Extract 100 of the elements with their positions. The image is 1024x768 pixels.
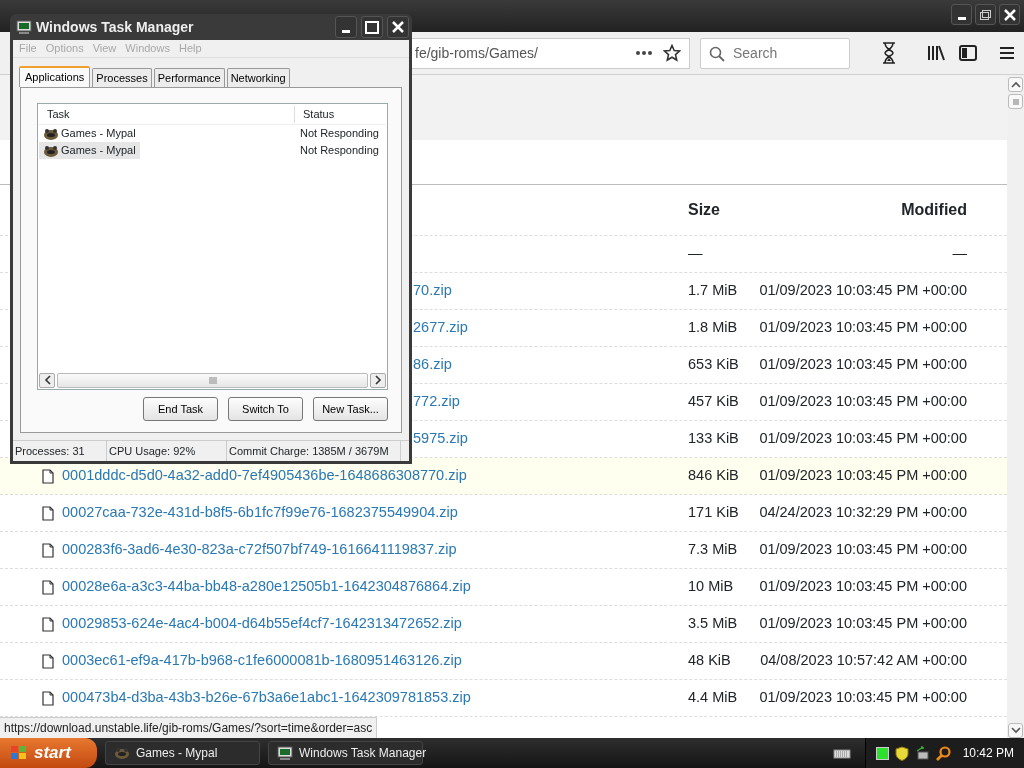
maximize-button[interactable]	[361, 16, 383, 38]
file-row[interactable]: 000283f6-3ad6-4e30-823a-c72f507bf749-1616641119837.zip 7.3 MiB 01/09/2023 10:03:45 PM +00:00	[0, 532, 1007, 569]
scroll-thumb[interactable]	[1008, 94, 1023, 109]
column-header[interactable]: Task	[39, 106, 294, 123]
file-icon	[42, 542, 54, 558]
dialog-button[interactable]: End Task	[143, 397, 218, 421]
sidebar-icon[interactable]	[959, 45, 977, 61]
close-button[interactable]	[999, 4, 1020, 25]
clock: 10:42 PM	[962, 745, 1014, 762]
file-row[interactable]: 0003ec61-ef9a-417b-b968-c1fe6000081b-1680951463126.zip 48 KiB 04/08/2023 10:57:42 AM +00:00	[0, 643, 1007, 680]
windows-logo-icon	[10, 745, 28, 761]
task-item[interactable]: Games - Mypal	[39, 142, 140, 159]
date-cell-text: 01/09/2023 10:03:45 PM +00:00	[758, 429, 967, 449]
more-icon[interactable]	[635, 50, 653, 56]
file-link[interactable]: 00028e6a-a3c3-44ba-bb48-a280e12505b1-1642304876864.zip	[62, 576, 471, 598]
file-row[interactable]: 0001dddc-d5d0-4a32-add0-7ef4905436be-1648686308770.zip 846 KiB 01/09/2023 10:03:45 PM +00:00	[0, 458, 1007, 495]
size-cell-text: 171 KiB	[688, 503, 740, 523]
restore-icon	[980, 9, 991, 20]
size-cell-text: 7.3 MiB	[688, 540, 739, 560]
date-cell-text: 01/09/2023 10:03:45 PM +00:00	[758, 540, 967, 560]
date-cell-text: 01/09/2023 10:03:45 PM +00:00	[758, 392, 967, 412]
magnifier-icon[interactable]	[935, 745, 951, 761]
search-icon	[709, 45, 725, 62]
date-cell-text: 01/09/2023 10:03:45 PM +00:00	[758, 281, 967, 301]
scroll-thumb[interactable]	[57, 372, 368, 388]
file-link[interactable]: 5975.zip	[413, 428, 468, 450]
column-header[interactable]: Size	[688, 198, 757, 222]
file-icon	[42, 505, 54, 521]
keyboard-icon[interactable]	[832, 747, 851, 759]
tab[interactable]: Applications	[19, 66, 91, 87]
mascot-icon	[43, 126, 59, 141]
file-link[interactable]: 00027caa-732e-431d-b8f5-6b1fc7f99e76-1682375549904.zip	[62, 502, 458, 524]
scroll-up-button[interactable]	[1008, 77, 1023, 92]
size-cell-text: 133 KiB	[688, 429, 740, 449]
mascot-icon	[114, 746, 130, 760]
file-row[interactable]: 00029853-624e-4ac4-b004-d64b55ef4cf7-1642313472652.zip 3.5 MiB 01/09/2023 10:03:45 PM +00:00	[0, 606, 1007, 643]
file-row[interactable]: 00027caa-732e-431d-b8f5-6b1fc7f99e76-1682375549904.zip 171 KiB 04/24/2023 10:32:29 PM +00:00	[0, 495, 1007, 532]
size-cell-text: 1.8 MiB	[688, 318, 739, 338]
file-link[interactable]: 0001dddc-d5d0-4a32-add0-7ef4905436be-1648686308770.zip	[62, 465, 467, 487]
tab[interactable]: Processes	[92, 68, 152, 87]
status-text: CPU Usage: 92%	[107, 441, 227, 461]
size-cell-text: 10 MiB	[688, 577, 735, 597]
address-field[interactable]: fe/gib-roms/Games/	[412, 37, 690, 69]
date-cell-text: 04/08/2023 10:57:42 AM +00:00	[759, 651, 967, 671]
minimize-icon	[957, 17, 966, 20]
date-cell-text: 01/09/2023 10:03:45 PM +00:00	[758, 355, 967, 375]
file-link[interactable]: 2677.zip	[413, 317, 468, 339]
status-text: Commit Charge: 1385M / 3679M	[227, 441, 401, 461]
size-cell-text: 48 KiB	[688, 651, 732, 671]
hourglass-icon	[882, 42, 896, 64]
scroll-left-button[interactable]	[39, 372, 55, 388]
minimize-button[interactable]	[951, 4, 972, 25]
scroll-right-button[interactable]	[370, 372, 386, 388]
date-cell-text: 01/09/2023 10:03:45 PM +00:00	[758, 614, 967, 634]
file-link[interactable]: 86.zip	[413, 354, 452, 376]
monitor-icon	[16, 19, 32, 35]
file-link[interactable]: 000473b4-d3ba-43b3-b26e-67b3a6e1abc1-1642309781853.zip	[62, 687, 471, 709]
library-icon[interactable]	[927, 45, 945, 61]
status-url-tooltip: https://download.unstable.life/gib-roms/Games/?sort=time&order=asc	[0, 717, 378, 738]
start-button[interactable]: start	[0, 738, 97, 768]
tab[interactable]: Performance	[153, 68, 225, 87]
file-link[interactable]: 772.zip	[413, 391, 460, 413]
date-cell-text: 01/09/2023 10:03:45 PM +00:00	[758, 466, 967, 486]
size-cell-text: 4.4 MiB	[688, 688, 739, 708]
monitor-icon	[277, 745, 293, 761]
minimize-icon	[342, 30, 350, 33]
date-cell-text: 01/09/2023 10:03:45 PM +00:00	[758, 318, 967, 338]
dialog-button[interactable]: Switch To	[228, 397, 303, 421]
close-button[interactable]	[387, 16, 409, 38]
file-icon	[42, 690, 54, 706]
taskbar-button[interactable]: Games - Mypal	[105, 741, 260, 765]
file-link[interactable]: 00029853-624e-4ac4-b004-d64b55ef4cf7-1642313472652.zip	[62, 613, 462, 635]
status-cell-text: Not Responding	[299, 143, 380, 159]
column-header[interactable]: Modified	[757, 198, 967, 222]
search-field[interactable]: Search	[700, 37, 850, 69]
network-icon[interactable]	[914, 745, 930, 761]
date-cell-text: —	[951, 244, 967, 264]
size-cell-text: 653 KiB	[688, 355, 740, 375]
size-cell-text: 457 KiB	[688, 392, 740, 412]
task-list[interactable]: Task Status Games - Mypal Not Responding Games - Mypal Not Responding	[37, 103, 388, 390]
task-item[interactable]: Games - Mypal	[39, 125, 140, 142]
file-icon	[42, 579, 54, 595]
close-icon	[1003, 8, 1016, 21]
status-text: Processes: 31	[13, 441, 107, 461]
file-link[interactable]: 0003ec61-ef9a-417b-b968-c1fe6000081b-1680951463126.zip	[62, 650, 462, 672]
shield-icon[interactable]	[894, 745, 909, 761]
file-row[interactable]: 00028e6a-a3c3-44ba-bb48-a280e12505b1-1642304876864.zip 10 MiB 01/09/2023 10:03:45 PM +00:00	[0, 569, 1007, 606]
status-square-icon[interactable]	[875, 746, 889, 760]
dialog-button[interactable]: New Task...	[313, 397, 388, 421]
column-header[interactable]: Status	[294, 106, 386, 123]
minimize-button[interactable]	[335, 16, 357, 38]
bookmark-star-icon[interactable]	[663, 44, 681, 62]
scroll-down-button[interactable]	[1008, 723, 1023, 738]
date-cell-text: 04/24/2023 10:32:29 PM +00:00	[758, 503, 967, 523]
file-link[interactable]: 000283f6-3ad6-4e30-823a-c72f507bf749-1616641119837.zip	[62, 539, 457, 561]
size-cell-text: 3.5 MiB	[688, 614, 739, 634]
restore-button[interactable]	[975, 4, 996, 25]
file-link[interactable]: 70.zip	[413, 280, 452, 302]
tab[interactable]: Networking	[226, 68, 290, 87]
menu-icon[interactable]	[999, 46, 1015, 60]
